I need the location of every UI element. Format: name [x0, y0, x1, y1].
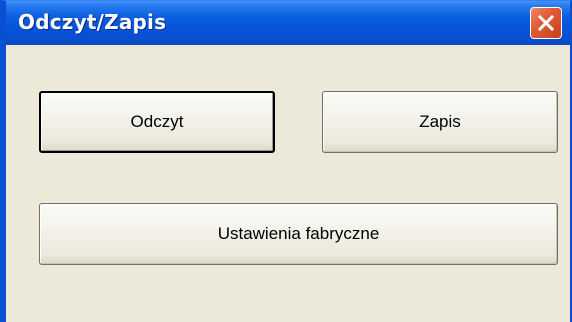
- factory-settings-button-label: Ustawienia fabryczne: [217, 224, 380, 243]
- dialog-window: Odczyt/Zapis Odczyt Zapis Ustawienia fab…: [0, 0, 572, 322]
- factory-settings-button[interactable]: Ustawienia fabryczne: [39, 203, 558, 265]
- close-button[interactable]: [530, 7, 562, 39]
- write-button[interactable]: Zapis: [322, 91, 558, 153]
- read-button[interactable]: Odczyt: [39, 91, 275, 153]
- close-icon: [537, 14, 555, 32]
- write-button-label: Zapis: [419, 112, 461, 131]
- dialog-client-area: Odczyt Zapis Ustawienia fabryczne: [6, 45, 570, 322]
- read-button-label: Odczyt: [130, 112, 184, 131]
- title-bar[interactable]: Odczyt/Zapis: [6, 1, 570, 45]
- window-title: Odczyt/Zapis: [18, 10, 167, 34]
